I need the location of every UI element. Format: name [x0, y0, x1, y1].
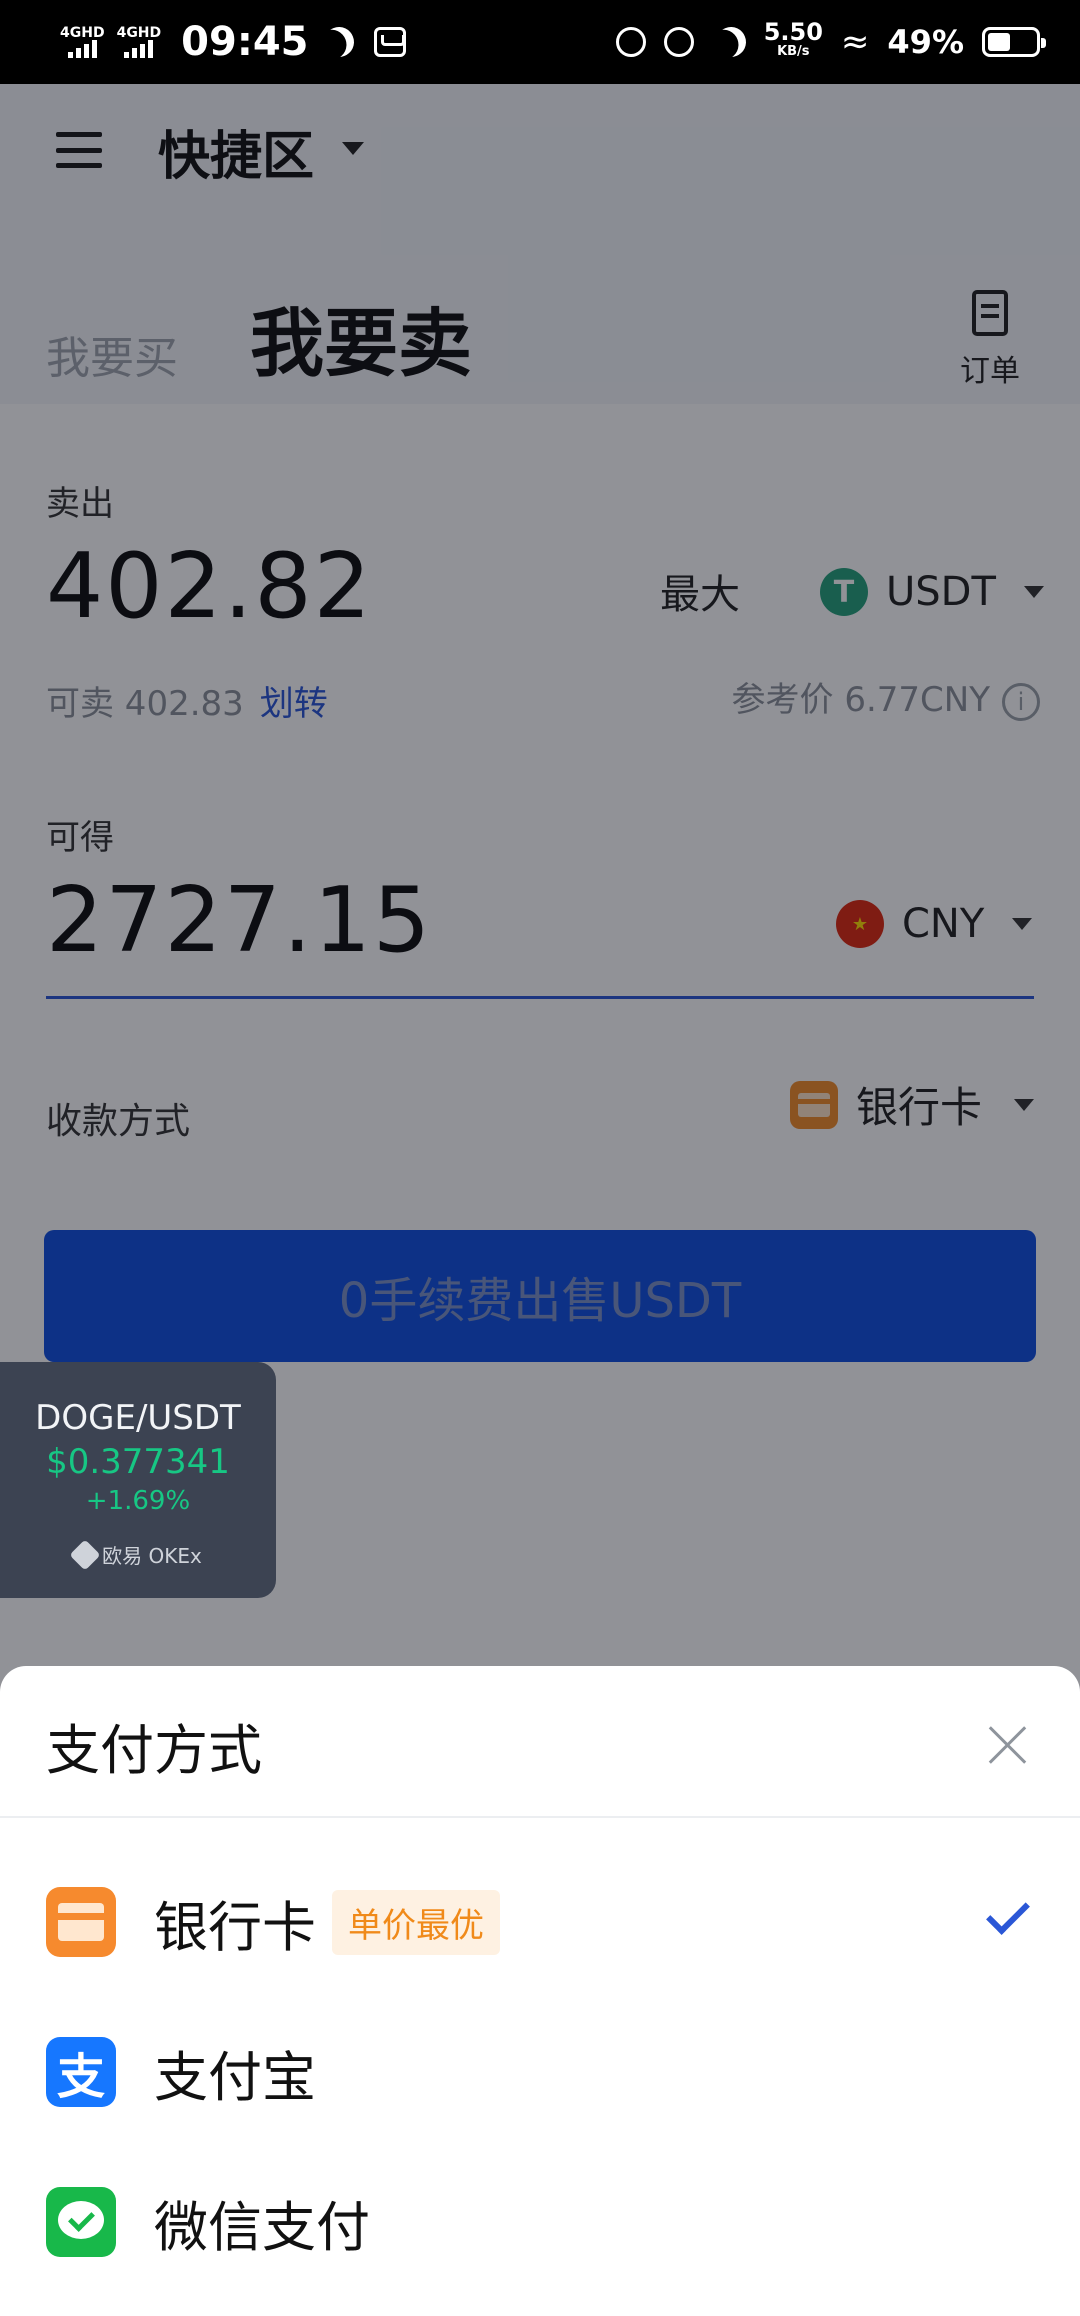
payment-method-sheet: 支付方式 银行卡 单价最优 支 支付宝 微信支付	[0, 1666, 1080, 2316]
option-label: 支付宝	[154, 2045, 316, 2109]
mute-icon	[663, 27, 694, 57]
ticker-brand: 欧易 OKEx	[69, 1538, 202, 1571]
best-price-badge: 单价最优	[332, 1889, 500, 1955]
ticker-pair: DOGE/USDT	[35, 1398, 241, 1438]
signal-icon: 4GHD	[60, 26, 105, 58]
battery-percent: 49%	[887, 23, 964, 61]
payment-option-wechat[interactable]: 微信支付	[0, 2162, 1080, 2282]
clock: 09:45	[181, 19, 309, 65]
option-label: 微信支付	[154, 2195, 370, 2259]
ticker-price: $0.377341	[46, 1442, 230, 1482]
bank-card-icon	[46, 1887, 116, 1957]
sheet-title: 支付方式	[46, 1719, 262, 1782]
payment-option-alipay[interactable]: 支 支付宝	[0, 2012, 1080, 2132]
moon-icon	[320, 23, 358, 61]
alarm-icon	[615, 27, 646, 57]
net-speed: 5.50 KB/s	[763, 18, 823, 59]
battery-icon	[982, 27, 1046, 57]
okex-logo-icon	[69, 1538, 101, 1571]
wifi-icon: ≈	[840, 22, 870, 62]
divider	[0, 1816, 1080, 1818]
option-label: 银行卡	[154, 1895, 316, 1959]
status-bar: 4GHD 4GHD 09:45 5.50 KB/s ≈ 49%	[0, 0, 1080, 84]
ticker-change: +1.69%	[85, 1486, 191, 1516]
close-icon[interactable]	[988, 1724, 1028, 1764]
dnd-icon	[711, 23, 749, 61]
alipay-icon: 支	[46, 2037, 116, 2107]
check-icon	[986, 1891, 1030, 1935]
ticker-brand-label: 欧易 OKEx	[102, 1544, 202, 1568]
price-ticker-widget[interactable]: DOGE/USDT $0.377341 +1.69% 欧易 OKEx	[0, 1362, 276, 1598]
mail-icon	[374, 27, 407, 57]
wechat-pay-icon	[46, 2187, 116, 2257]
signal-icon-2: 4GHD	[117, 26, 161, 58]
payment-option-bank-card[interactable]: 银行卡 单价最优	[0, 1862, 1080, 1982]
